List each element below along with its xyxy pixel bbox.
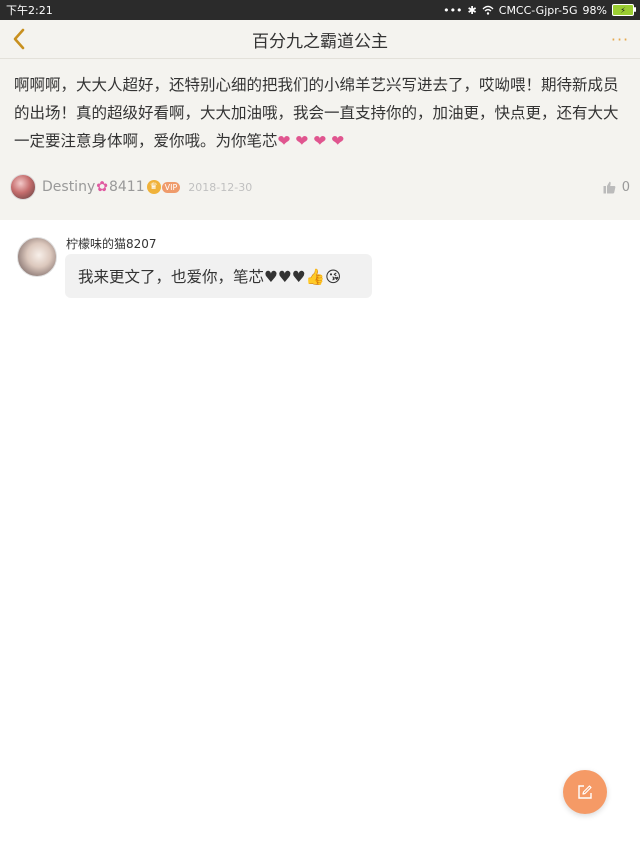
main-post: 啊啊啊，大大人超好，还特别心细的把我们的小绵羊艺兴写进去了，哎呦喂！期待新成员的… — [0, 59, 640, 220]
post-body: 啊啊啊，大大人超好，还特别心细的把我们的小绵羊艺兴写进去了，哎呦喂！期待新成员的… — [14, 71, 626, 155]
thumbs-up-icon — [603, 181, 616, 193]
chevron-left-icon — [13, 28, 25, 50]
back-button[interactable] — [6, 24, 32, 54]
carrier-name: CMCC-Gjpr-5G — [498, 3, 578, 17]
flower-icon: ✿ — [96, 179, 108, 195]
reply-text: 我来更文了，也爱你，笔芯♥♥♥👍😘 — [78, 268, 342, 286]
more-dots-icon: ··· — [610, 29, 630, 49]
post-meta: Destiny✿8411 ♛ VIP 2018-12-30 0 — [10, 174, 630, 200]
page-title: 百分九之霸道公主 — [252, 31, 388, 52]
author-name-text: Destiny — [42, 179, 96, 195]
dots-icon: ••• — [443, 3, 463, 17]
compose-button[interactable] — [563, 770, 607, 814]
crown-icon: ♛ — [146, 180, 161, 194]
edit-icon — [578, 785, 592, 799]
heart-icons: ❤ ❤ ❤ ❤ — [277, 132, 345, 150]
battery-icon: ⚡ — [612, 4, 636, 16]
more-button[interactable]: ··· — [608, 24, 632, 54]
vip-badge: VIP — [161, 181, 181, 193]
battery-percent: 98% — [582, 3, 607, 17]
reply-author[interactable]: 柠檬味的猫8207 — [66, 235, 157, 252]
like-count: 0 — [621, 179, 630, 195]
reply-bubble: 我来更文了，也爱你，笔芯♥♥♥👍😘 — [65, 254, 372, 298]
reply-item: 柠檬味的猫8207 我来更文了，也爱你，笔芯♥♥♥👍😘 — [0, 225, 640, 315]
status-time: 下午2:21 — [6, 4, 53, 17]
status-right: ••• ✱ CMCC-Gjpr-5G 98% ⚡ — [443, 3, 636, 17]
author-avatar[interactable] — [10, 174, 36, 200]
post-date: 2018-12-30 — [188, 180, 253, 194]
nav-bar: 百分九之霸道公主 ··· — [0, 20, 640, 59]
status-bar: 下午2:21 ••• ✱ CMCC-Gjpr-5G 98% ⚡ — [0, 0, 640, 20]
bluetooth-icon: ✱ — [467, 3, 477, 17]
reply-avatar[interactable] — [17, 237, 57, 277]
author-name-suffix: 8411 — [108, 179, 145, 195]
wifi-icon — [482, 5, 494, 15]
author-name[interactable]: Destiny✿8411 — [42, 179, 145, 195]
like-button[interactable]: 0 — [603, 174, 630, 200]
